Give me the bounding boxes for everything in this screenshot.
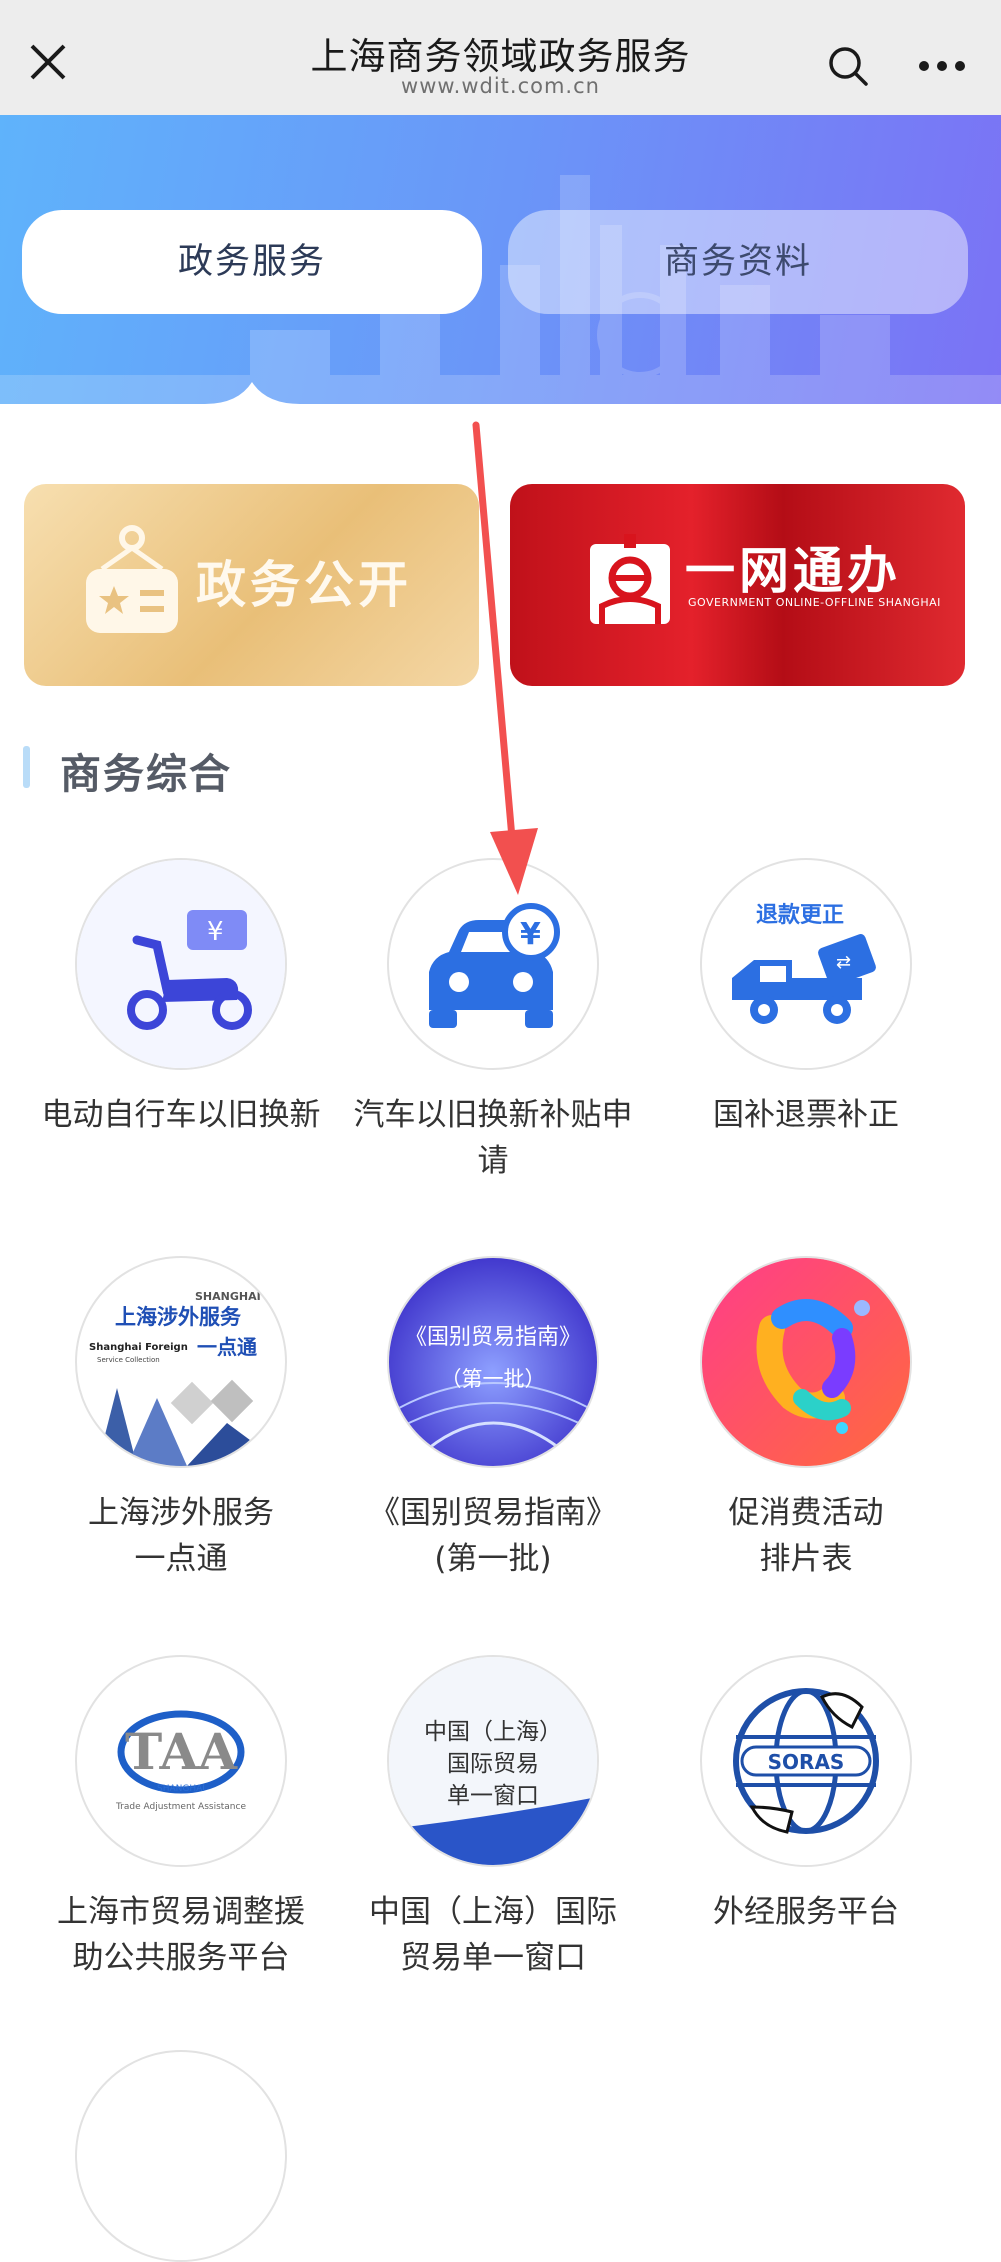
service-item-ebike-tradein[interactable]: ¥ 电动自行车以旧换新	[25, 858, 337, 1138]
one-net-service-label: 一网通办	[685, 542, 901, 600]
top-navigation-bar: 上海商务领域政务服务 www.wdit.com.cn	[0, 0, 1001, 115]
svg-text:《国别贸易指南》: 《国别贸易指南》	[405, 1325, 581, 1350]
service-item-caption: 《国别贸易指南》 (第一批)	[369, 1495, 617, 1577]
service-item-trade-guide[interactable]: 《国别贸易指南》 （第一批） 《国别贸易指南》 (第一批)	[337, 1256, 649, 1582]
service-item-caption: 上海市贸易调整援 助公共服务平台	[57, 1894, 305, 1976]
notice-board-icon	[86, 525, 178, 633]
header-banner: 政务服务 商务资料	[0, 115, 1001, 405]
car-yuan-icon: ¥	[387, 858, 599, 1070]
service-item-caption: 国补退票补正	[713, 1097, 899, 1133]
electric-scooter-icon: ¥	[75, 858, 287, 1070]
trade-guide-icon: 《国别贸易指南》 （第一批）	[387, 1256, 599, 1468]
refund-truck-icon: 退款更正 ⇄	[700, 858, 912, 1070]
search-icon[interactable]	[826, 44, 870, 88]
service-item-caption: 外经服务平台	[713, 1894, 899, 1930]
service-item-foreign-economic-platform[interactable]: SORAS 外经服务平台	[650, 1655, 962, 1935]
service-item-caption: 电动自行车以旧换新	[41, 1097, 321, 1133]
svg-text:¥: ¥	[207, 917, 224, 947]
svg-text:Service Collection: Service Collection	[97, 1356, 160, 1364]
more-options-icon[interactable]	[918, 56, 966, 76]
tab-business-materials[interactable]: 商务资料	[508, 210, 968, 314]
service-item-consumption-schedule[interactable]: 促消费活动 排片表	[650, 1256, 962, 1582]
service-item-subsidy-refund-correction[interactable]: 退款更正 ⇄ 国补退票补正	[650, 858, 962, 1138]
svg-text:国际贸易: 国际贸易	[447, 1751, 539, 1777]
service-item-foreign-service[interactable]: SHANGHAI 上海涉外服务 Shanghai Foreign Service…	[25, 1256, 337, 1582]
taa-logo-icon: TAA SHANGHAI Trade Adjustment Assistance	[75, 1655, 287, 1867]
gov-affairs-open-label: 政务公开	[196, 556, 412, 614]
soras-logo-icon: SORAS	[700, 1655, 912, 1867]
svg-text:SHANGHAI: SHANGHAI	[195, 1290, 261, 1303]
service-item-partial[interactable]	[25, 2050, 337, 2262]
foreign-service-icon: SHANGHAI 上海涉外服务 Shanghai Foreign Service…	[75, 1256, 287, 1468]
service-item-single-window[interactable]: 中国（上海） 国际贸易 单一窗口 中国（上海）国际 贸易单一窗口	[337, 1655, 649, 1981]
tab-indicator-notch	[0, 382, 1001, 410]
single-window-icon: 中国（上海） 国际贸易 单一窗口	[387, 1655, 599, 1867]
section-accent-bar	[23, 746, 30, 788]
partial-item-icon	[75, 2050, 287, 2262]
svg-text:单一窗口: 单一窗口	[447, 1783, 539, 1809]
svg-text:¥: ¥	[520, 917, 541, 952]
consumption-logo-icon	[700, 1256, 912, 1468]
svg-text:TAA: TAA	[125, 1722, 238, 1781]
svg-text:上海涉外服务: 上海涉外服务	[115, 1305, 242, 1329]
svg-text:⇄: ⇄	[836, 952, 851, 973]
section-title: 商务综合	[60, 750, 232, 798]
one-net-service-card[interactable]: 一网通办 GOVERNMENT ONLINE-OFFLINE SHANGHAI	[510, 484, 965, 686]
svg-text:SHANGHAI: SHANGHAI	[157, 1784, 205, 1794]
service-item-car-tradein-subsidy[interactable]: ¥ 汽车以旧换新补贴申请	[337, 858, 649, 1184]
svg-text:Trade Adjustment Assistance: Trade Adjustment Assistance	[115, 1802, 246, 1812]
service-item-trade-adjustment[interactable]: TAA SHANGHAI Trade Adjustment Assistance…	[25, 1655, 337, 1981]
svg-text:中国（上海）: 中国（上海）	[424, 1719, 562, 1745]
one-net-service-sublabel: GOVERNMENT ONLINE-OFFLINE SHANGHAI	[688, 596, 941, 609]
svg-text:（第一批）: （第一批）	[441, 1367, 546, 1391]
svg-text:退款更正: 退款更正	[756, 902, 844, 928]
service-item-caption: 上海涉外服务 一点通	[88, 1495, 274, 1577]
svg-text:一点通: 一点通	[197, 1335, 257, 1359]
gov-affairs-open-card[interactable]: 政务公开	[24, 484, 479, 686]
svg-text:SORAS: SORAS	[768, 1750, 845, 1774]
service-item-caption: 促消费活动 排片表	[728, 1495, 884, 1577]
tab-government-services[interactable]: 政务服务	[22, 210, 482, 314]
service-item-caption: 汽车以旧换新补贴申请	[353, 1097, 633, 1179]
one-net-logo-icon	[590, 534, 670, 624]
service-item-caption: 中国（上海）国际 贸易单一窗口	[369, 1894, 617, 1976]
svg-text:Shanghai Foreign: Shanghai Foreign	[89, 1342, 188, 1353]
